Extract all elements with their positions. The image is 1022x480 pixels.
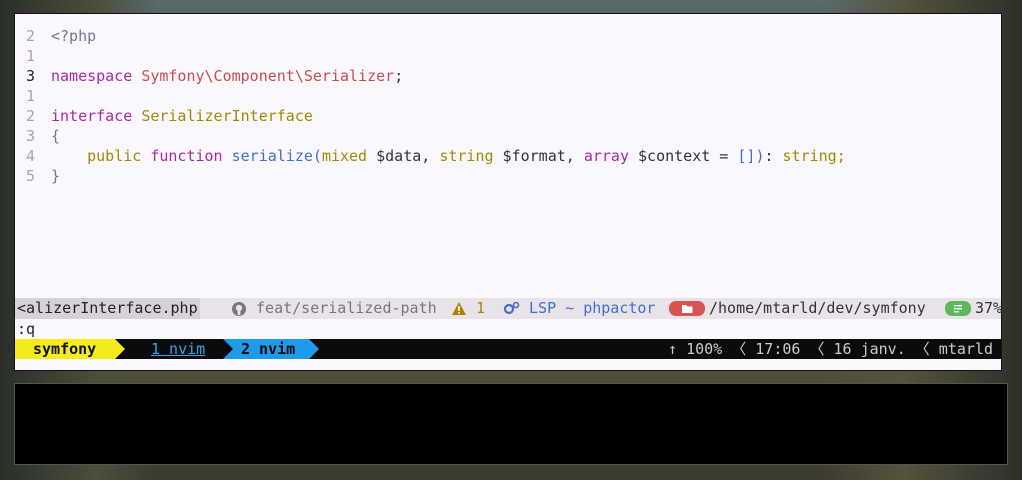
code-token: mixed <box>321 147 368 165</box>
code-token: string <box>439 147 494 165</box>
github-icon <box>232 301 246 316</box>
code-token: $context = <box>629 147 738 165</box>
code-token: [] <box>737 147 756 165</box>
tmux-window-1[interactable]: 1 nvim <box>151 339 205 359</box>
code-token: ; <box>394 67 404 85</box>
line-number: 4 <box>25 147 35 165</box>
code-token: $format, <box>493 147 584 165</box>
editor-line[interactable]: 1 <box>15 46 1001 66</box>
editor-line[interactable]: 3 namespace Symfony\Component\Serializer; <box>15 66 1001 86</box>
tmux-status-right: ↑ 100% 〈 17:06 〈 16 janv. 〈 mtarld <box>668 340 993 358</box>
tmux-window-2[interactable]: 2 nvim <box>241 339 295 359</box>
line-number: 2 <box>25 27 35 45</box>
folder-icon <box>682 305 693 313</box>
code-token: public <box>87 147 142 165</box>
code-token: <?php <box>51 27 97 45</box>
lines-icon <box>954 305 962 313</box>
status-percent: 37% <box>975 299 1003 317</box>
code-token: SerializerInterface <box>141 107 313 125</box>
line-code: namespace Symfony\Component\Serializer; <box>43 66 403 86</box>
editor-line[interactable]: 2 <?php <box>15 26 1001 46</box>
code-token: ; <box>836 147 846 165</box>
status-file-name: <alizerInterface.php <box>15 298 200 319</box>
editor-line[interactable]: 5} <box>15 166 1001 186</box>
status-warning-count: 1 <box>476 299 486 317</box>
folder-badge <box>669 301 705 316</box>
code-token: array <box>583 147 629 165</box>
code-token: $data, <box>367 147 440 165</box>
code-token: } <box>51 167 61 185</box>
line-number: 2 <box>25 107 35 125</box>
line-number: 3 <box>25 127 35 145</box>
code-token: Symfony\Component\Serializer <box>141 67 395 85</box>
code-token: { <box>51 127 61 145</box>
command-line[interactable]: :q <box>15 319 1001 339</box>
line-number: 1 <box>25 47 35 65</box>
editor-line[interactable]: 2 interface SerializerInterface <box>15 106 1001 126</box>
line-code: <?php <box>43 26 96 46</box>
status-lsp-label: LSP ~ phpactor <box>529 299 656 317</box>
status-branch-label: feat/serialized-path <box>256 299 437 317</box>
terminal-window-main[interactable]: 2 <?php 1 3 namespace Symfony\Component\Seri… <box>14 13 1002 371</box>
editor-line[interactable]: 1 <box>15 86 1001 106</box>
status-warnings: 1 <box>451 298 485 319</box>
code-token: serialize <box>231 147 313 165</box>
code-token: namespace <box>51 67 133 85</box>
code-token: ( <box>312 147 322 165</box>
terminal-window-secondary[interactable] <box>14 383 1008 465</box>
editor-buffer[interactable]: 2 <?php 1 3 namespace Symfony\Component\Seri… <box>15 14 1001 298</box>
status-directory: /home/mtarld/dev/symfony <box>709 299 926 317</box>
code-token: : <box>764 147 783 165</box>
status-branch: feat/serialized-path <box>231 298 437 319</box>
code-token: string <box>782 147 837 165</box>
status-lsp: LSP ~ phpactor <box>503 298 655 319</box>
line-code: { <box>43 126 60 146</box>
line-number: 3 <box>25 67 35 85</box>
warning-icon <box>452 302 466 315</box>
gears-icon <box>503 301 520 315</box>
code-token: interface <box>51 107 133 125</box>
editor-line[interactable]: 3{ <box>15 126 1001 146</box>
line-code: interface SerializerInterface <box>43 106 313 126</box>
tmux-status-bar: symfony 1 nvim 2 nvim ↑ 100% 〈 17:06 〈 1… <box>15 339 1001 359</box>
line-code: public function serialize(mixed $data, s… <box>43 146 846 166</box>
line-code: } <box>43 166 60 186</box>
status-line: <alizerInterface.php feat/serialized-pat… <box>15 298 1003 319</box>
line-number: 1 <box>25 87 35 105</box>
line-number: 5 <box>25 167 35 185</box>
code-token: function <box>150 147 223 165</box>
lines-badge <box>945 301 971 316</box>
editor-line[interactable]: 4 public function serialize(mixed $data,… <box>15 146 1001 166</box>
tmux-session-name: symfony <box>15 339 125 359</box>
